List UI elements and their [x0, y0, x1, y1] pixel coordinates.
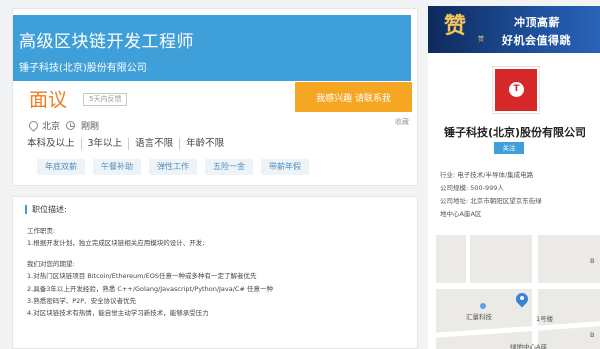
company-logo-background: T [495, 69, 537, 111]
banner-subline: 好机会值得跳 [502, 34, 571, 47]
company-info: 行业: 电子技术/半导体/集成电路 公司规模: 500-999人 公司地址: 北… [440, 169, 590, 221]
requirement-experience: 3年以上 [82, 138, 130, 150]
benefit-tag: 带薪年假 [261, 159, 309, 175]
description-line: 3.熟悉密码学、P2P、安全协议者优先 [27, 297, 137, 306]
job-location: 北京 [42, 122, 61, 132]
company-sidebar: 赞 赞 冲顶高薪 好机会值得跳 T 锤子科技(北京)股份有限公司 关注 行业: … [428, 6, 600, 349]
map-label-edge-bottom: B [590, 331, 595, 339]
description-line: 4.对区块链技术有热情，能自觉主动学习新技术，能够承受压力 [27, 309, 209, 318]
banner-headline: 冲顶高薪 [514, 16, 560, 29]
description-line: 1.对热门区块链项目 Bitcoin/Ethereum/EOS任意一种或多种有一… [27, 272, 257, 281]
company-size: 公司规模: 500-999人 [440, 184, 504, 192]
map-label-bottom: 绿地中心A座 [510, 343, 547, 349]
requirement-age: 年龄不限 [186, 138, 225, 149]
company-logo[interactable]: T [492, 66, 540, 114]
ad-banner[interactable]: 赞 赞 冲顶高薪 好机会值得跳 [428, 6, 600, 53]
banner-logo: 赞 [444, 13, 467, 39]
clock-icon [66, 121, 76, 130]
description-body: 工作职责: 1.根据开发计划，独立完成区块链相关应用模块的设计、开发; 我们对您… [27, 225, 407, 320]
requirement-language: 语言不限 [129, 138, 181, 150]
page: 高级区块链开发工程师 锤子科技(北京)股份有限公司 面议 5天内反馈 我感兴趣 … [0, 0, 600, 349]
company-link[interactable]: 锤子科技(北京)股份有限公司 [19, 59, 147, 74]
description-heading: 职位描述: [25, 205, 67, 214]
company-logo-mark: T [509, 82, 524, 97]
description-line: 1.根据开发计划，独立完成区块链相关应用模块的设计、开发; [27, 239, 205, 248]
company-address-cont: 地中心A座A区 [440, 210, 482, 218]
job-description-card: 职位描述: 工作职责: 1.根据开发计划，独立完成区块链相关应用模块的设计、开发… [12, 196, 418, 349]
company-address: 公司地址: 北京市朝阳区望京东街绿 [440, 197, 542, 205]
collect-link[interactable]: 收藏 [395, 117, 409, 127]
salary: 面议 [29, 89, 68, 111]
job-meta: 北京 刚刚 [29, 119, 99, 132]
poi-marker-icon [480, 303, 486, 309]
company-industry: 行业: 电子技术/半导体/集成电路 [440, 171, 534, 179]
feedback-badge: 5天内反馈 [83, 93, 128, 106]
map-road [436, 283, 600, 289]
map-label-poi: 汇量科技 [466, 313, 492, 321]
posted-time: 刚刚 [81, 122, 100, 132]
description-line: 我们对您的期望: [27, 259, 75, 268]
requirement-education: 本科及以上 [27, 138, 82, 150]
map-road [436, 321, 600, 338]
benefit-tags: 年底双薪 午餐补助 弹性工作 五险一金 带薪年假 [37, 159, 309, 175]
apply-button[interactable]: 我感兴趣 请联系我 [295, 82, 412, 112]
description-line: 2.具备3年以上开发经验，熟悉 C++/Golang/Javascript/Py… [27, 284, 273, 293]
benefit-tag: 年底双薪 [37, 159, 85, 175]
map-road [532, 235, 538, 349]
location-icon [29, 121, 36, 130]
job-summary-card: 高级区块链开发工程师 锤子科技(北京)股份有限公司 面议 5天内反馈 我感兴趣 … [12, 8, 418, 186]
map-road [466, 235, 470, 283]
banner-tag: 赞 [478, 36, 485, 43]
location-pin-icon [516, 293, 528, 309]
map-label-edge-top: B [590, 257, 595, 265]
company-name[interactable]: 锤子科技(北京)股份有限公司 [444, 124, 586, 140]
description-line: 工作职责: [27, 227, 56, 235]
benefit-tag: 弹性工作 [149, 159, 197, 175]
job-header: 高级区块链开发工程师 锤子科技(北京)股份有限公司 [13, 15, 411, 81]
location-map[interactable]: 汇量科技 1号楼 绿地中心A座 B B [436, 235, 600, 349]
job-title: 高级区块链开发工程师 [19, 32, 194, 52]
map-label-building: 1号楼 [536, 315, 554, 323]
requirements: 本科及以上 3年以上 语言不限 年龄不限 [27, 138, 230, 150]
benefit-tag: 五险一金 [205, 159, 253, 175]
follow-button[interactable]: 关注 [494, 142, 524, 154]
benefit-tag: 午餐补助 [93, 159, 141, 175]
